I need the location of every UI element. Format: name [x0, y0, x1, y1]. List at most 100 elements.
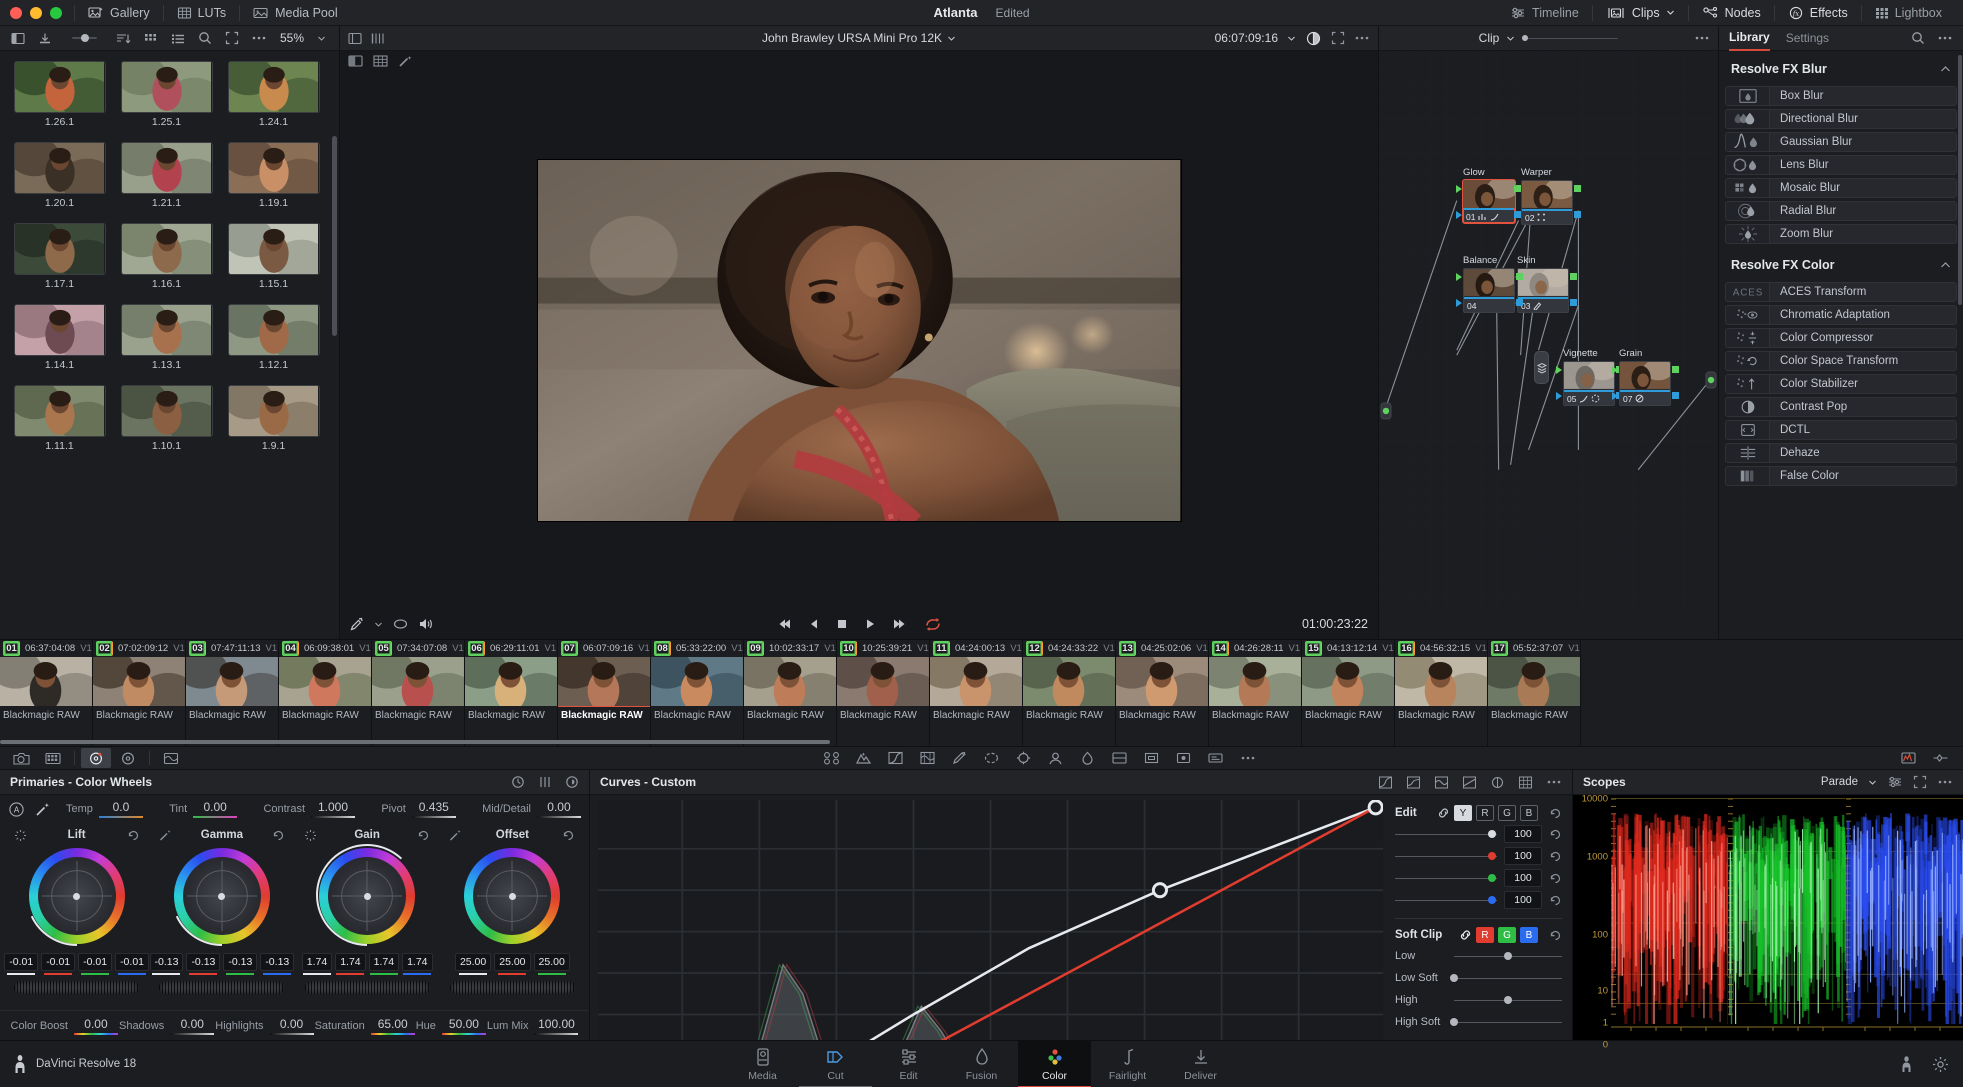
field-value[interactable]: 1.000: [318, 800, 348, 814]
node-input-green-port[interactable]: [1612, 366, 1618, 374]
timeline-clip-thumbnail[interactable]: [1395, 657, 1487, 707]
color-wheel-disc[interactable]: [173, 848, 270, 944]
fx-list-item[interactable]: False Color: [1725, 466, 1957, 486]
softclip-g-button[interactable]: G: [1498, 927, 1516, 943]
timeline-clip[interactable]: 14 04:26:28:11 V1 Blackmagic RAW: [1209, 640, 1302, 746]
stabilizer-icon[interactable]: [1169, 748, 1199, 768]
scope-mode-label[interactable]: Parade: [1821, 776, 1858, 788]
step-back-icon[interactable]: [808, 618, 820, 630]
key-icon[interactable]: [1105, 748, 1135, 768]
fx-list-item[interactable]: Color Compressor: [1725, 328, 1957, 348]
node-box[interactable]: 02: [1521, 180, 1573, 225]
gallery-still[interactable]: 1.13.1: [113, 304, 220, 371]
color-wheel-handle[interactable]: [363, 892, 371, 900]
page-button-deliver[interactable]: Deliver: [1164, 1041, 1237, 1087]
timeline-clip-thumbnail[interactable]: [1302, 657, 1394, 707]
node-skin[interactable]: Skin 03: [1510, 255, 1577, 313]
magic-mask-icon[interactable]: [1041, 748, 1071, 768]
field-value[interactable]: 65.00: [378, 1017, 408, 1031]
horizontal-scrollbar[interactable]: [0, 740, 830, 744]
fx-list-item[interactable]: Directional Blur: [1725, 109, 1957, 129]
field-value[interactable]: 0.00: [181, 1017, 204, 1031]
timeline-clip[interactable]: 03 07:47:11:13 V1 Blackmagic RAW: [186, 640, 279, 746]
timeline-clip-thumbnail[interactable]: [930, 657, 1022, 707]
reset-icon[interactable]: [1549, 894, 1562, 907]
timeline-clip-thumbnail[interactable]: [279, 657, 371, 707]
scrollbar[interactable]: [1958, 55, 1962, 305]
node-graph-canvas[interactable]: Glow 01 Warper 02 Skin 03 Balance 04 Vignett…: [1379, 51, 1718, 639]
value-box[interactable]: 25.00: [494, 953, 531, 971]
magic-wand-icon[interactable]: [398, 55, 413, 68]
auto-balance-icon[interactable]: [35, 802, 52, 817]
edit-slider[interactable]: [1395, 872, 1497, 884]
slider-handle[interactable]: [1488, 874, 1496, 882]
node-footer[interactable]: 05: [1564, 392, 1614, 405]
grid-view-button[interactable]: [139, 28, 163, 48]
curve-hue-icon[interactable]: [1434, 776, 1449, 789]
curve-grid-icon[interactable]: [1518, 776, 1533, 789]
gallery-still-thumbnail[interactable]: [120, 142, 213, 194]
timeline-clip[interactable]: 07 06:07:09:16 V1 Blackmagic RAW: [558, 640, 651, 746]
softclip-slider[interactable]: [1450, 972, 1562, 984]
wheel-reset-icon[interactable]: [272, 829, 285, 842]
node-footer[interactable]: 02: [1522, 211, 1572, 224]
transport-controls[interactable]: [340, 617, 1378, 631]
chevron-down-icon[interactable]: [309, 28, 333, 48]
value-box[interactable]: 1.74: [368, 953, 400, 971]
gallery-still-thumbnail[interactable]: [227, 304, 320, 356]
value-box[interactable]: -0.13: [260, 953, 295, 971]
skip-to-end-icon[interactable]: [892, 618, 908, 630]
gallery-still[interactable]: 1.21.1: [113, 142, 220, 209]
fx-list-item[interactable]: DCTL: [1725, 420, 1957, 440]
edit-slider[interactable]: [1395, 894, 1497, 906]
node-footer[interactable]: 07: [1620, 392, 1670, 405]
timeline-clip-thumbnail[interactable]: [558, 657, 650, 707]
value-box[interactable]: 25.00: [454, 953, 492, 971]
wheel-reset-left-icon[interactable]: [159, 829, 172, 842]
fx-list-item[interactable]: Dehaze: [1725, 443, 1957, 463]
node-box[interactable]: 07: [1619, 361, 1671, 406]
gallery-still-thumbnail[interactable]: [13, 304, 106, 356]
fx-section-header[interactable]: Resolve FX Color: [1725, 247, 1957, 279]
curve-graph[interactable]: [598, 800, 1383, 1087]
wheel-reset-left-icon[interactable]: [449, 829, 462, 842]
timeline-clip[interactable]: 17 05:52:37:07 V1 Blackmagic RAW: [1488, 640, 1581, 746]
timeline-clip[interactable]: 10 10:25:39:21 V1 Blackmagic RAW: [837, 640, 930, 746]
slider-handle[interactable]: [1450, 974, 1458, 982]
chevron-down-icon[interactable]: [1868, 778, 1877, 787]
timeline-clip[interactable]: 09 10:02:33:17 V1 Blackmagic RAW: [744, 640, 837, 746]
channel-r-button[interactable]: R: [1476, 805, 1494, 821]
gallery-still-thumbnail[interactable]: [120, 304, 213, 356]
list-view-button[interactable]: [166, 28, 190, 48]
curves-icon[interactable]: [881, 748, 911, 768]
curve-softclip-icon[interactable]: [1406, 776, 1421, 789]
wheel-reset-left-icon[interactable]: [14, 829, 27, 842]
window-controls[interactable]: [0, 6, 62, 19]
gallery-still[interactable]: 1.14.1: [6, 304, 113, 371]
page-button-edit[interactable]: Edit: [872, 1041, 945, 1087]
fx-list-item[interactable]: Contrast Pop: [1725, 397, 1957, 417]
enhanced-viewer-icon[interactable]: [1331, 31, 1345, 45]
gallery-still-thumbnail[interactable]: [120, 61, 213, 113]
node-input-green-port[interactable]: [1514, 185, 1520, 193]
node-grain[interactable]: Grain 07: [1612, 348, 1679, 406]
eyedropper-icon[interactable]: [350, 617, 364, 631]
slider-handle[interactable]: [1488, 830, 1496, 838]
camera-raw-icon[interactable]: [6, 748, 36, 768]
motion-effects-icon[interactable]: [849, 748, 879, 768]
timeline-clip-thumbnail[interactable]: [93, 657, 185, 707]
timeline-clip-thumbnail[interactable]: [186, 657, 278, 707]
timeline-clip[interactable]: 11 04:24:00:13 V1 Blackmagic RAW: [930, 640, 1023, 746]
node-vignette[interactable]: Vignette 05: [1556, 348, 1623, 406]
power-window-icon[interactable]: [977, 748, 1007, 768]
timeline-clip-thumbnail[interactable]: [372, 657, 464, 707]
field-value-group[interactable]: 0.00: [536, 800, 581, 818]
edit-slider-value[interactable]: 100: [1504, 869, 1542, 887]
color-warper-icon[interactable]: [156, 748, 186, 768]
more-options-icon[interactable]: [1937, 31, 1953, 45]
field-value[interactable]: 0.00: [547, 800, 570, 814]
curve-lum-icon[interactable]: [1490, 776, 1505, 789]
reset-icon[interactable]: [1549, 850, 1562, 863]
node-input-green-port[interactable]: [1456, 273, 1462, 281]
channel-y-button[interactable]: Y: [1454, 805, 1472, 821]
